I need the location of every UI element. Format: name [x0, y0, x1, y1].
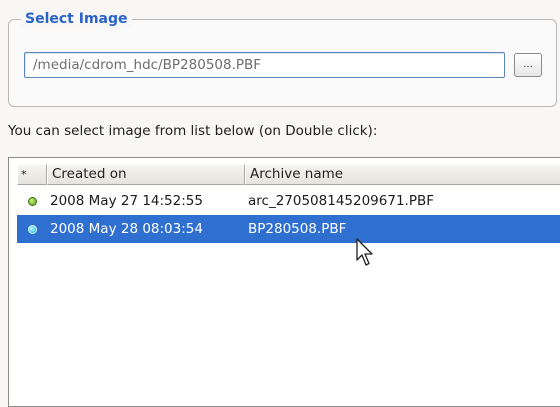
list-header: * Created on Archive name: [17, 164, 560, 185]
list-row-selected[interactable]: 2008 May 28 08:03:54 BP280508.PBF: [17, 215, 560, 243]
column-header-archive-name[interactable]: Archive name: [245, 164, 560, 185]
row-status-cell: [17, 196, 47, 206]
row-archive-name: BP280508.PBF: [248, 221, 347, 237]
browse-button[interactable]: ...: [514, 53, 542, 77]
image-path-input[interactable]: [24, 52, 505, 78]
select-image-legend: Select Image: [21, 10, 132, 28]
list-row[interactable]: 2008 May 27 14:52:55 arc_270508145209671…: [17, 187, 560, 215]
image-list[interactable]: * Created on Archive name 2008 May 27 14…: [8, 157, 560, 407]
row-created-on: 2008 May 28 08:03:54: [50, 221, 203, 237]
column-header-marker[interactable]: *: [17, 164, 47, 185]
cyan-dot-icon: [27, 224, 37, 234]
row-archive-name: arc_270508145209671.PBF: [248, 193, 434, 209]
instruction-label: You can select image from list below (on…: [8, 123, 378, 139]
column-header-created-on[interactable]: Created on: [47, 164, 245, 185]
list-body: 2008 May 27 14:52:55 arc_270508145209671…: [17, 187, 560, 243]
row-status-cell: [17, 224, 47, 234]
row-created-on: 2008 May 27 14:52:55: [50, 193, 203, 209]
green-dot-icon: [27, 196, 37, 206]
